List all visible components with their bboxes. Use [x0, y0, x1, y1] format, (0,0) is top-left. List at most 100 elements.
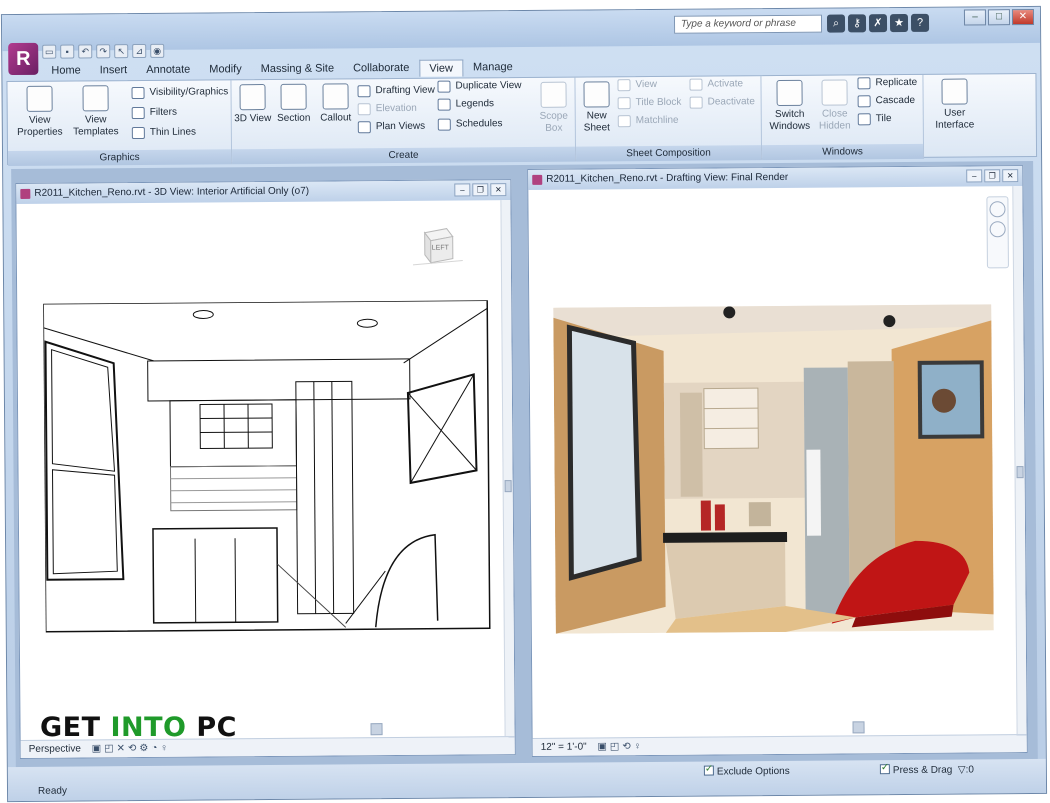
watermark-word-get: GET: [40, 712, 101, 743]
view-properties-button[interactable]: View Properties: [13, 85, 65, 139]
wrench-icon[interactable]: ✗: [868, 14, 888, 33]
switch-windows-label: Switch Windows: [769, 108, 811, 133]
drafting-view-button[interactable]: Drafting View: [357, 83, 435, 100]
right-scroll-thumb[interactable]: [1016, 466, 1024, 479]
tile-label: Tile: [875, 113, 892, 125]
status-bar: Ready Exclude Options Press & Drag ▽:0: [7, 758, 1047, 802]
tab-view[interactable]: View: [419, 59, 464, 77]
right-view-titlebar[interactable]: R2011_Kitchen_Reno.rvt - Drafting View: …: [528, 166, 1023, 190]
help-icon[interactable]: ?: [910, 13, 930, 32]
view-close-button[interactable]: ✕: [1002, 169, 1019, 183]
callout-button[interactable]: Callout: [315, 83, 355, 124]
visibility-icon: [131, 86, 145, 100]
open-icon[interactable]: ▭: [42, 44, 57, 59]
scope-box-button[interactable]: Scope Box: [533, 81, 573, 135]
3d-view-button[interactable]: 3D View: [233, 84, 271, 125]
right-view-title: R2011_Kitchen_Reno.rvt - Drafting View: …: [546, 171, 789, 185]
cascade-label: Cascade: [875, 94, 916, 107]
sheet-composition-panel-title[interactable]: Sheet Composition: [575, 145, 762, 162]
viewcube-label: LEFT: [431, 244, 449, 252]
elevation-button[interactable]: Elevation: [357, 101, 417, 117]
title-block-button[interactable]: Title Block: [617, 95, 682, 112]
steering-wheel-icon[interactable]: [989, 201, 1006, 218]
pointer-icon[interactable]: ↖: [114, 44, 129, 59]
left-view-titlebar[interactable]: R2011_Kitchen_Reno.rvt - 3D View: Interi…: [16, 180, 511, 204]
filter-icon: ▽: [957, 764, 966, 776]
replicate-button[interactable]: Replicate: [857, 75, 917, 91]
kitchen-wireframe-view: [43, 300, 491, 633]
view-restore-button[interactable]: ❐: [984, 169, 1001, 183]
checkbox-icon: [703, 765, 714, 776]
view-restore-button[interactable]: ❐: [472, 183, 489, 197]
filters-button[interactable]: Filters: [131, 105, 177, 121]
close-button[interactable]: ✕: [1011, 8, 1035, 26]
user-interface-label: User Interface: [935, 107, 975, 131]
view-minimize-button[interactable]: –: [966, 169, 983, 183]
view-control-icons[interactable]: ▣◰⟲♀: [597, 738, 644, 755]
graphics-panel-title[interactable]: Graphics: [7, 149, 232, 167]
new-sheet-label: New Sheet: [583, 110, 610, 134]
plan-views-button[interactable]: Plan Views: [357, 119, 425, 136]
app-menu-button[interactable]: R: [8, 42, 39, 76]
minimize-button[interactable]: –: [963, 9, 987, 26]
viewcube[interactable]: LEFT: [412, 224, 463, 268]
watermark-word-into: INTO: [110, 712, 187, 743]
key-icon[interactable]: ⚷: [847, 14, 867, 33]
scope-box-label: Scope Box: [539, 110, 568, 134]
redo-icon[interactable]: ↷: [96, 44, 111, 59]
section-button[interactable]: Section: [271, 83, 315, 125]
visibility-graphics-button[interactable]: Visibility/Graphics: [131, 84, 228, 101]
star-icon[interactable]: ★: [889, 13, 909, 33]
ribbon: View Properties View Templates Visibilit…: [6, 72, 1038, 167]
binoculars-icon[interactable]: ⌕: [826, 14, 846, 33]
right-vertical-scrollbar[interactable]: [1012, 186, 1027, 735]
switch-windows-button[interactable]: Switch Windows: [765, 79, 813, 133]
left-vertical-scrollbar[interactable]: [500, 200, 515, 737]
tab-insert[interactable]: Insert: [91, 62, 137, 79]
selection-filter[interactable]: ▽:0: [958, 764, 974, 775]
save-icon[interactable]: ▪: [60, 44, 75, 59]
tab-collaborate[interactable]: Collaborate: [344, 60, 418, 78]
tab-manage[interactable]: Manage: [464, 59, 522, 76]
user-interface-button[interactable]: User Interface: [927, 78, 981, 131]
tab-massing-site[interactable]: Massing & Site: [252, 60, 344, 78]
left-horizontal-scroll-thumb[interactable]: [370, 723, 383, 736]
activate-button[interactable]: Activate: [689, 76, 743, 92]
tile-button[interactable]: Tile: [857, 111, 892, 127]
view-templates-button[interactable]: View Templates: [69, 85, 121, 138]
left-scroll-thumb[interactable]: [504, 480, 512, 493]
view-minimize-button[interactable]: –: [454, 183, 471, 197]
view-scale-label[interactable]: 12" = 1'-0": [541, 742, 587, 753]
tab-modify[interactable]: Modify: [200, 61, 251, 78]
zoom-icon[interactable]: [989, 221, 1006, 238]
revit-window: Type a keyword or phrase ⌕ ⚷ ✗ ★ ? – □ ✕…: [0, 5, 1048, 803]
new-sheet-button[interactable]: New Sheet: [577, 81, 615, 134]
place-view-button[interactable]: View: [617, 77, 657, 93]
duplicate-view-button[interactable]: Duplicate View: [437, 78, 522, 95]
measure-icon[interactable]: ⊿: [132, 43, 147, 59]
maximize-button[interactable]: □: [987, 9, 1011, 26]
search-input[interactable]: Type a keyword or phrase: [673, 14, 823, 34]
deactivate-button[interactable]: Deactivate: [689, 94, 755, 111]
tab-annotate[interactable]: Annotate: [137, 62, 199, 79]
view-close-button[interactable]: ✕: [490, 183, 507, 197]
sync-icon[interactable]: ◉: [150, 43, 165, 58]
matchline-button[interactable]: Matchline: [617, 113, 679, 129]
undo-icon[interactable]: ↶: [78, 44, 93, 59]
thin-lines-button[interactable]: Thin Lines: [131, 125, 196, 142]
filter-count: :0: [965, 764, 974, 776]
press-drag-toggle[interactable]: Press & Drag: [879, 764, 952, 777]
matchline-icon: [617, 115, 631, 128]
exclude-options-toggle[interactable]: Exclude Options: [703, 765, 790, 778]
right-view-window: R2011_Kitchen_Reno.rvt - Drafting View: …: [527, 165, 1028, 757]
legends-button[interactable]: Legends: [437, 96, 494, 112]
tab-home[interactable]: Home: [42, 62, 89, 79]
schedules-button[interactable]: Schedules: [437, 116, 503, 133]
watermark-word-pc: PC: [196, 712, 237, 743]
navigation-bar[interactable]: [986, 196, 1009, 269]
close-hidden-button[interactable]: Close Hidden: [813, 79, 855, 132]
screen: Type a keyword or phrase ⌕ ⚷ ✗ ★ ? – □ ✕…: [0, 0, 1050, 803]
right-horizontal-scroll-thumb[interactable]: [852, 721, 865, 734]
view-scale-label[interactable]: Perspective: [29, 743, 81, 754]
cascade-button[interactable]: Cascade: [857, 93, 916, 109]
